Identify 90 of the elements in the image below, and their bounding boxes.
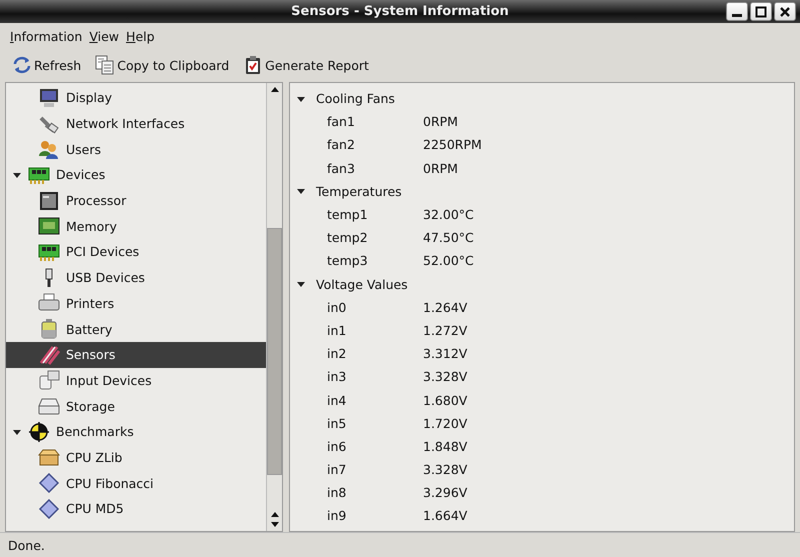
sensor-value: 3.312V (423, 346, 468, 362)
sensor-name: in2 (327, 346, 348, 362)
tree-item[interactable]: Benchmarks (6, 418, 266, 445)
menu-item[interactable]: Information (10, 28, 82, 44)
target-icon (28, 422, 50, 442)
card-icon (28, 164, 50, 185)
sensor-value: 3.328V (423, 462, 468, 478)
sensor-value: 2250RPM (423, 137, 482, 152)
refresh-icon (12, 55, 32, 75)
sensor-name: in5 (327, 416, 348, 431)
monitor-icon (38, 88, 60, 108)
sensor-value: 1.720V (423, 416, 468, 431)
sensor-value: 3.328V (423, 369, 468, 384)
sensor-name: in1 (327, 322, 348, 338)
maximize-icon (755, 6, 767, 18)
sensor-value: 0RPM (423, 160, 458, 176)
scrollbar-thumb[interactable] (267, 228, 282, 475)
menu-item[interactable]: View (89, 28, 120, 44)
sensor-name: fan3 (327, 160, 356, 176)
sensor-value: 1.272V (423, 322, 468, 338)
copy-icon (95, 55, 116, 75)
tree-item[interactable]: Sensors (6, 342, 266, 368)
sensor-name: in8 (327, 485, 348, 500)
sensor-value: 47.50°C (423, 230, 474, 246)
sensor-name: fan2 (327, 137, 356, 152)
tree-item[interactable]: Users (6, 136, 266, 162)
tree-item[interactable]: Devices (6, 162, 266, 188)
sensor-value: 52.00°C (423, 253, 474, 268)
toolbar-button[interactable]: Refresh (10, 53, 84, 77)
minimize-icon (732, 12, 742, 16)
expander-icon[interactable] (296, 279, 306, 290)
diamond-icon (38, 473, 60, 494)
diamond-icon (38, 498, 60, 519)
sensor-value: 3.296V (423, 485, 468, 500)
sensor-name: in7 (327, 462, 348, 478)
tree-item[interactable]: Processor (6, 188, 266, 214)
people-icon (38, 139, 60, 160)
window-title: Sensors - System Information (291, 4, 509, 19)
printer-icon (38, 293, 60, 314)
section-header[interactable]: Temperatures (290, 180, 794, 203)
memory-icon (38, 216, 60, 236)
tree-item[interactable]: Printers (6, 290, 266, 316)
tree-item[interactable]: Display (6, 85, 266, 111)
sensor-name: fan1 (327, 114, 356, 130)
tree-item[interactable]: CPU ZLib (6, 444, 266, 470)
tree-item[interactable]: Memory (6, 213, 266, 240)
scrollbar[interactable] (266, 83, 282, 531)
sensor-name: in0 (327, 300, 348, 315)
sensor-value: 1.664V (423, 508, 468, 524)
sensor-value: 1.680V (423, 392, 468, 408)
tree-item[interactable]: CPU Fibonacci (6, 470, 266, 496)
menu-item[interactable]: Help (126, 28, 155, 44)
toolbar-button[interactable]: Copy to Clipboard (93, 53, 232, 77)
section-header[interactable]: Cooling Fans (290, 87, 794, 110)
scroll-up-icon (270, 510, 280, 518)
toolbar-button[interactable]: Generate Report (241, 53, 371, 77)
tree-item[interactable]: Storage (6, 393, 266, 419)
section-header[interactable]: Voltage Values (290, 272, 794, 296)
sensor-name: in3 (327, 369, 348, 384)
sensor-name: temp2 (327, 230, 369, 246)
scroll-up-icon (270, 85, 280, 93)
sensor-name: temp3 (327, 253, 369, 268)
tree-item[interactable]: Network Interfaces (6, 110, 266, 136)
sensors-icon (38, 344, 60, 365)
minimize-button[interactable] (726, 2, 748, 21)
tree-item[interactable]: USB Devices (6, 264, 266, 290)
sensor-value: 32.00°C (423, 207, 474, 222)
tree-item[interactable]: PCI Devices (6, 239, 266, 265)
maximize-button[interactable] (750, 2, 772, 21)
tree-item[interactable]: CPU MD5 (6, 496, 266, 522)
tree-item[interactable]: Input Devices (6, 368, 266, 394)
close-icon (779, 6, 791, 18)
scroll-down-icon (270, 521, 280, 529)
sensor-value: 0RPM (423, 114, 458, 130)
box-icon (38, 447, 60, 468)
input-devices-icon (38, 370, 60, 390)
sensor-value: 1.264V (423, 300, 468, 315)
card-icon (38, 242, 60, 262)
close-button[interactable] (774, 2, 796, 21)
sensor-name: temp1 (327, 207, 369, 222)
sensor-name: in4 (327, 392, 348, 408)
plug-icon (38, 114, 60, 134)
drive-icon (38, 396, 60, 416)
expander-icon[interactable] (296, 186, 306, 196)
sensor-name: in9 (327, 508, 348, 524)
tree-item[interactable]: Battery (6, 316, 266, 342)
sensor-value: 1.848V (423, 438, 468, 454)
processor-icon (38, 190, 60, 211)
sensor-name: in6 (327, 438, 348, 454)
status-text: Done. (8, 538, 45, 552)
